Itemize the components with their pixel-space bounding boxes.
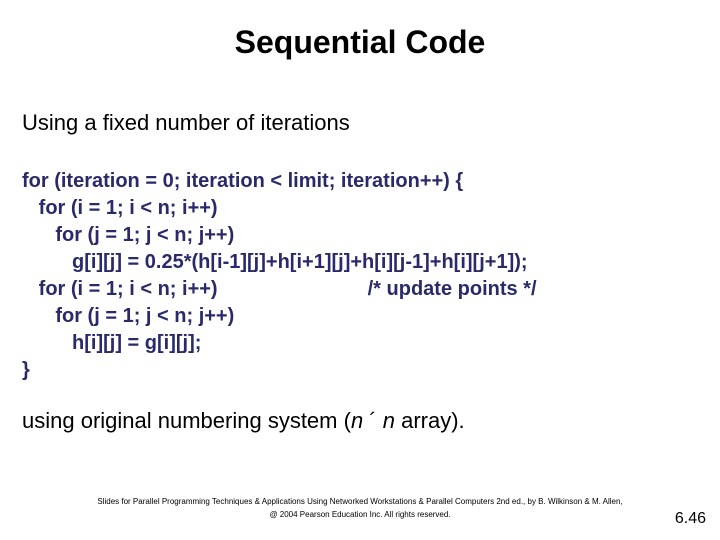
code-block: for (iteration = 0; iteration < limit; i… (22, 168, 698, 384)
footer-line-1: Slides for Parallel Programming Techniqu… (0, 496, 720, 509)
code-line: h[i][j] = g[i][j]; (22, 332, 201, 354)
code-line: for (i = 1; i < n; i++) (22, 197, 218, 219)
code-line: for (iteration = 0; iteration < limit; i… (22, 170, 463, 192)
page-number: 6.46 (675, 510, 706, 528)
slide-title: Sequential Code (0, 24, 720, 61)
slide: Sequential Code Using a fixed number of … (0, 0, 720, 540)
closing-mid: ´ (363, 408, 383, 433)
code-line: for (j = 1; j < n; j++) (22, 224, 234, 246)
closing-post: array). (395, 408, 465, 433)
closing-text: using original numbering system (n ´ n a… (22, 408, 465, 434)
subheading: Using a fixed number of iterations (22, 110, 350, 136)
code-line: for (i = 1; i < n; i++) /* update points… (22, 278, 537, 300)
footer-line-2: @ 2004 Pearson Education Inc. All rights… (0, 509, 720, 522)
code-line: } (22, 359, 30, 381)
closing-pre: using original numbering system ( (22, 408, 351, 433)
code-line: for (j = 1; j < n; j++) (22, 305, 234, 327)
code-line: g[i][j] = 0.25*(h[i-1][j]+h[i+1][j]+h[i]… (22, 251, 528, 273)
closing-n2: n (383, 408, 395, 433)
footer: Slides for Parallel Programming Techniqu… (0, 496, 720, 522)
closing-n1: n (351, 408, 363, 433)
